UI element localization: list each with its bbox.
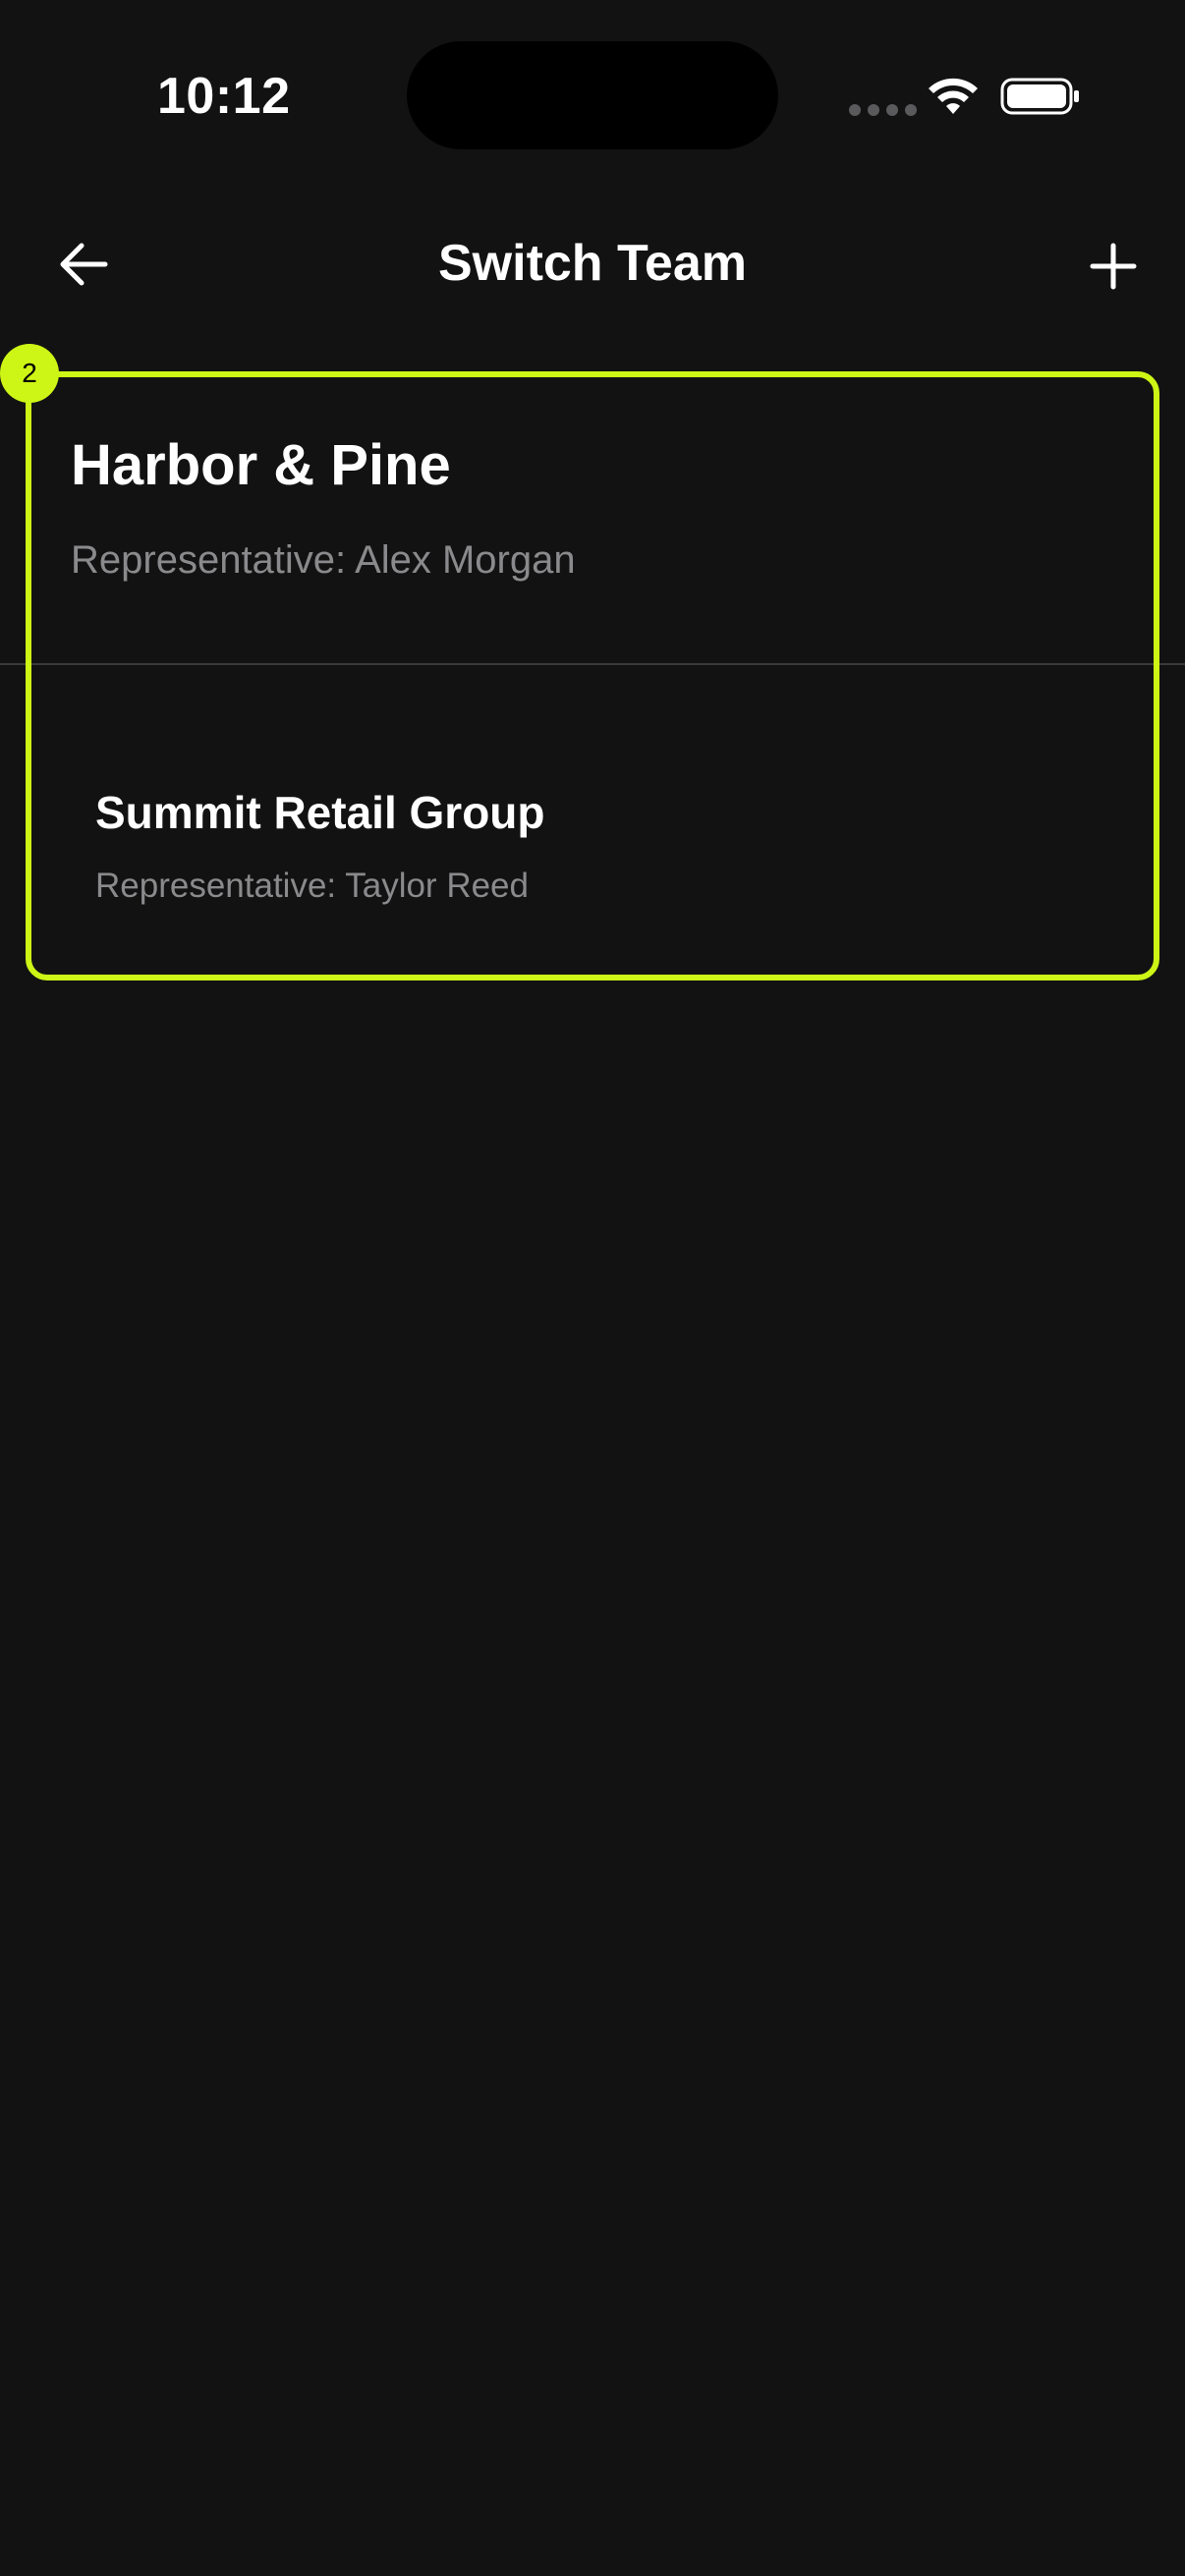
highlight-badge: 2 <box>0 344 59 403</box>
add-team-button[interactable] <box>1079 232 1148 301</box>
signal-icon <box>849 104 917 116</box>
page-title: Switch Team <box>437 235 747 292</box>
wifi-icon <box>929 78 978 114</box>
nav-bar: Switch Team <box>0 206 1185 324</box>
battery-icon <box>1000 78 1079 115</box>
status-time: 10:12 <box>157 68 291 125</box>
dynamic-island <box>407 41 778 149</box>
plus-icon <box>1090 243 1137 290</box>
status-bar: 10:12 <box>0 0 1185 187</box>
highlight-box <box>26 371 1159 980</box>
